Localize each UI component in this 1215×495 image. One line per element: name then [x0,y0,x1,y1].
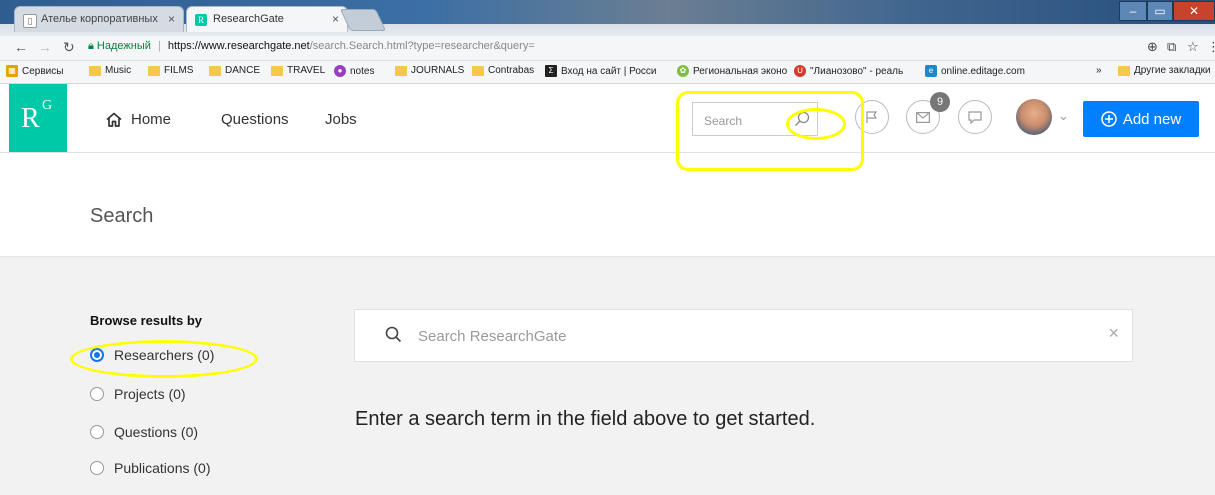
main-search-placeholder: Search ResearchGate [418,328,567,345]
bookmark-regional-economy[interactable]: ✿ Региональная эконо [677,65,787,77]
zoom-icon[interactable]: ⊕ [1147,39,1158,55]
chat-button[interactable] [958,100,992,134]
nav-jobs[interactable]: Jobs [325,111,357,128]
bookmark-folder-other[interactable]: Другие закладки [1118,65,1211,76]
close-tab-icon[interactable]: × [168,12,175,26]
reload-icon[interactable]: ↻ [63,39,75,56]
folder-icon [395,65,407,76]
close-tab-icon[interactable]: × [332,12,339,26]
bookmark-apps[interactable]: ▦ Сервисы [6,65,63,77]
bookmark-folder-journals[interactable]: JOURNALS [395,65,464,76]
bookmark-editage[interactable]: e online.editage.com [925,65,1025,77]
home-icon [106,112,122,127]
chat-bubble-icon [968,110,982,124]
bookmark-notes[interactable]: ● notes [334,65,374,77]
bookmark-lianozovo[interactable]: ᑌ "Лианозово" - реаль [794,65,903,77]
clear-search-icon[interactable]: × [1108,323,1119,344]
folder-icon [271,65,283,76]
add-new-button[interactable]: Add new [1083,101,1199,137]
menu-icon[interactable]: ⋮ [1207,39,1215,55]
lianozovo-icon: ᑌ [794,65,806,77]
lock-icon: 🔒︎ [88,40,94,52]
envelope-icon [916,111,930,123]
apps-grid-icon: ▦ [6,65,18,77]
sprout-icon: ✿ [677,65,689,77]
folder-icon [209,65,221,76]
browser-tab-researchgate[interactable]: R ResearchGate × [186,6,348,32]
filter-projects[interactable]: Projects (0) [90,386,186,402]
page-title-area [0,153,1215,257]
url-field[interactable]: 🔒︎ Надежный | https://www.researchgate.n… [88,40,535,53]
minimize-button[interactable]: ‒ [1119,1,1147,21]
main-search-input[interactable]: Search ResearchGate × [354,309,1133,362]
folder-icon [148,65,160,76]
page-icon: ▯ [23,14,37,28]
url-separator: | [157,40,161,52]
close-window-button[interactable]: ✕ [1173,1,1215,21]
flag-icon [866,111,878,123]
page-title: Search [90,205,154,227]
sigma-icon: Σ [545,65,557,77]
bookmark-folder-travel[interactable]: TRAVEL [271,65,325,76]
radio-button[interactable] [90,425,104,439]
nav-home[interactable]: Home [106,111,171,128]
bookmarks-bar: ▦ Сервисы Music FILMS DANCE TRAVEL ● notes… [0,61,1215,84]
folder-icon [472,65,484,76]
bookmark-login[interactable]: Σ Вход на сайт | Росси [545,65,657,77]
tab-label: ResearchGate [213,13,284,25]
search-icon [385,326,402,343]
maximize-button[interactable]: ▭ [1147,1,1173,21]
radio-button[interactable] [90,461,104,475]
browse-results-heading: Browse results by [90,313,202,328]
bookmark-folder-contrabas[interactable]: Contrabas [472,65,534,76]
back-arrow-icon[interactable]: ← [14,39,28,55]
url-host: https://www.researchgate.net [167,40,310,52]
chevron-down-icon[interactable]: ⌄ [1058,108,1069,124]
bookmarks-overflow-button[interactable]: » [1096,65,1102,76]
annotation-ellipse-search-icon [786,108,846,140]
tab-label: Ателье корпоративных [41,13,158,25]
folder-icon [1118,65,1130,76]
avatar[interactable] [1016,99,1052,135]
researchgate-logo[interactable]: RG [9,84,67,152]
translate-icon[interactable]: ⧉ [1167,39,1176,55]
notes-icon: ● [334,65,346,77]
forward-arrow-icon[interactable]: → [38,39,52,55]
browser-tab-atelier[interactable]: ▯ Ателье корпоративных × [14,6,184,32]
filter-questions[interactable]: Questions (0) [90,424,198,440]
url-path: /search.Search.html?type=researcher&quer… [309,40,535,52]
researchgate-favicon: R [195,14,207,26]
empty-state-message: Enter a search term in the field above t… [355,408,816,430]
annotation-ellipse-researchers [70,340,258,378]
bookmark-folder-dance[interactable]: DANCE [209,65,260,76]
nav-questions[interactable]: Questions [221,111,289,128]
folder-icon [89,65,101,76]
bookmark-folder-music[interactable]: Music [89,65,131,76]
filter-publications[interactable]: Publications (0) [90,460,211,476]
edge-e-icon: e [925,65,937,77]
secure-label: Надежный [96,40,151,52]
bookmark-star-icon[interactable]: ☆ [1187,39,1199,55]
radio-button[interactable] [90,387,104,401]
messages-count-badge: 9 [930,92,950,112]
bookmark-folder-films[interactable]: FILMS [148,65,193,76]
plus-circle-icon [1101,111,1117,127]
